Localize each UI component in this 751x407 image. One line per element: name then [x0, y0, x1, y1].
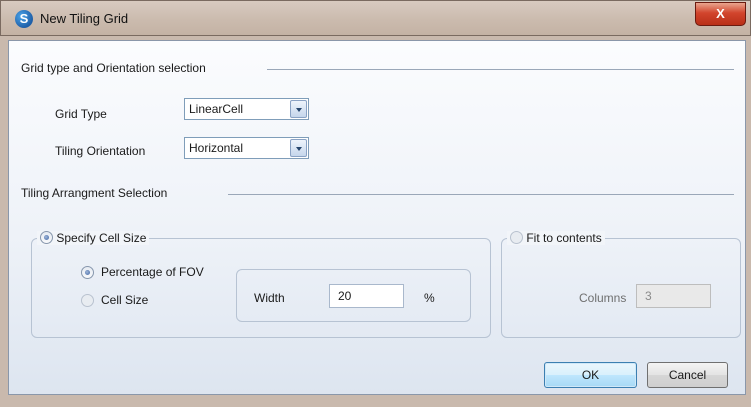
specify-cell-size-radio[interactable]: [40, 231, 53, 244]
columns-value: 3: [645, 289, 652, 303]
specify-cell-size-option[interactable]: Specify Cell Size: [37, 231, 150, 245]
specify-cell-size-label: Specify Cell Size: [56, 231, 147, 245]
close-button[interactable]: X: [695, 2, 746, 26]
window-bottom-edge: [0, 396, 751, 407]
cancel-button[interactable]: Cancel: [647, 362, 728, 388]
title-bar: S New Tiling Grid X: [0, 0, 751, 36]
chevron-down-icon[interactable]: [290, 100, 307, 118]
app-logo-icon: S: [15, 10, 33, 28]
columns-label: Columns: [579, 291, 627, 305]
cell-size-label[interactable]: Cell Size: [101, 293, 148, 307]
grid-type-select[interactable]: LinearCell: [184, 98, 309, 120]
percentage-of-fov-label[interactable]: Percentage of FOV: [101, 265, 204, 279]
width-label: Width: [254, 291, 285, 305]
window-title: New Tiling Grid: [40, 11, 129, 26]
width-unit: %: [424, 291, 435, 305]
tiling-orientation-select[interactable]: Horizontal: [184, 137, 309, 159]
dialog-body: Grid type and Orientation selection Grid…: [8, 40, 746, 395]
section-tiling-arrangement-heading: Tiling Arrangment Selection: [21, 186, 168, 200]
fit-to-contents-label: Fit to contents: [526, 231, 602, 245]
width-input[interactable]: 20: [329, 284, 404, 308]
width-value: 20: [338, 289, 352, 303]
percentage-of-fov-radio[interactable]: [81, 266, 94, 279]
grid-type-label: Grid Type: [55, 107, 107, 121]
cell-size-radio[interactable]: [81, 294, 94, 307]
ok-button[interactable]: OK: [544, 362, 637, 388]
section-divider: [228, 194, 734, 195]
tiling-orientation-label: Tiling Orientation: [55, 144, 146, 158]
fit-to-contents-option[interactable]: Fit to contents: [507, 231, 605, 245]
chevron-down-icon[interactable]: [290, 139, 307, 157]
tiling-orientation-value: Horizontal: [189, 141, 244, 155]
section-grid-type-heading: Grid type and Orientation selection: [21, 61, 206, 75]
section-divider: [267, 69, 734, 70]
grid-type-value: LinearCell: [189, 102, 244, 116]
fit-to-contents-radio[interactable]: [510, 231, 523, 244]
columns-input[interactable]: 3: [636, 284, 711, 308]
